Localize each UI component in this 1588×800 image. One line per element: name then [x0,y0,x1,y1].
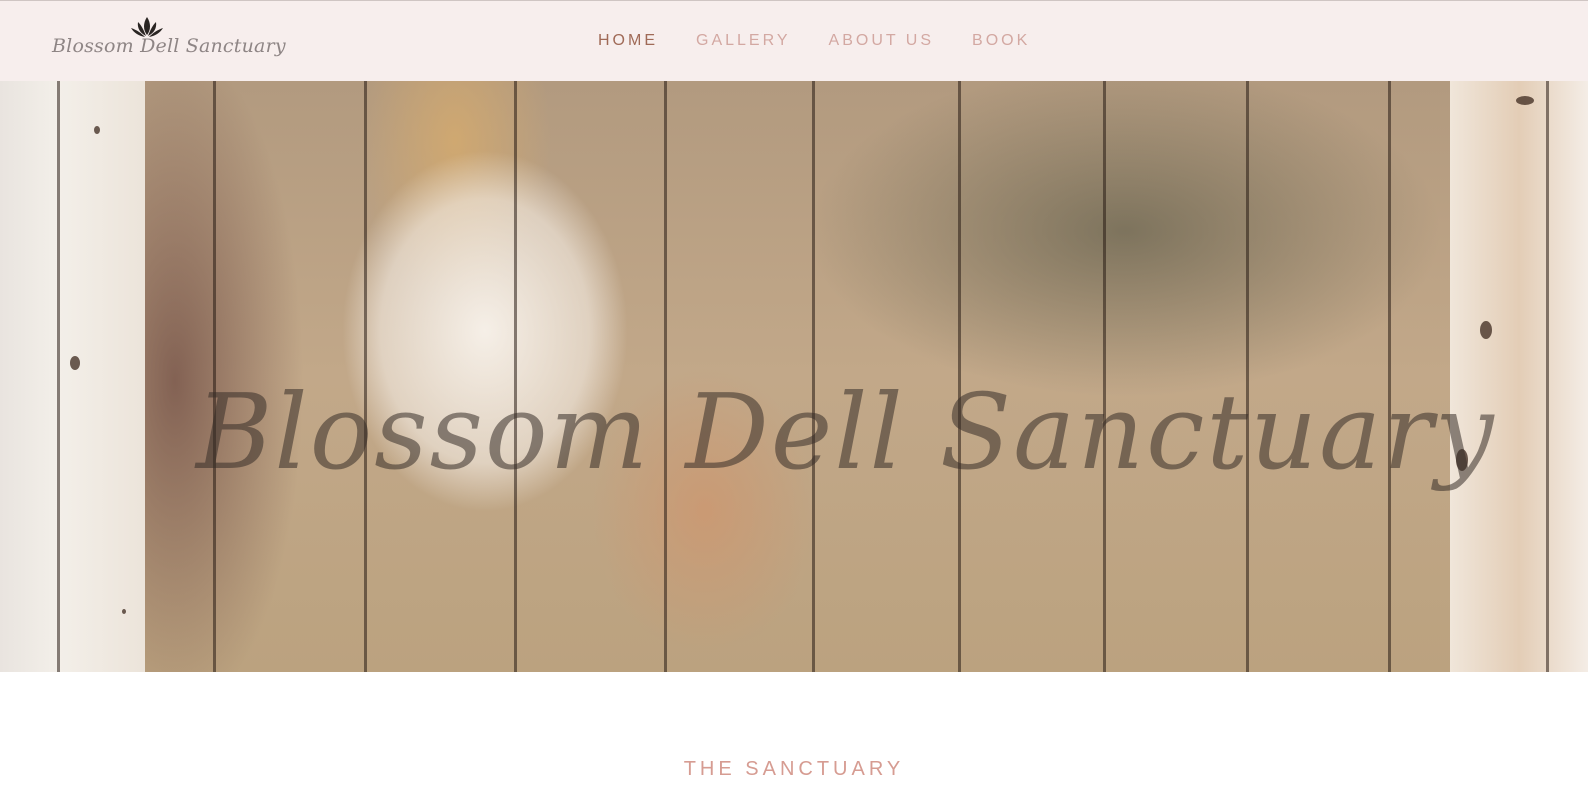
wood-knot [94,126,100,134]
nav-about-us[interactable]: ABOUT US [829,32,935,50]
wood-knot [122,609,126,614]
nav-gallery[interactable]: GALLERY [696,32,791,50]
hero-title: Blossom Dell Sanctuary [196,371,1496,493]
wood-knot [70,356,80,370]
section-title: THE SANCTUARY [683,758,905,780]
hero-banner: Blossom Dell Sanctuary [0,81,1588,672]
wood-knot [1480,321,1492,339]
plank-seam [57,81,60,672]
nav-book[interactable]: BOOK [972,32,1030,50]
site-logo[interactable]: Blossom Dell Sanctuary [52,15,286,67]
wood-panel-left [0,81,145,672]
wood-knot [1516,96,1534,105]
nav-home[interactable]: HOME [598,32,658,50]
site-header: Blossom Dell Sanctuary HOME GALLERY ABOU… [0,0,1588,81]
logo-text: Blossom Dell Sanctuary [52,35,286,57]
main-nav: HOME GALLERY ABOUT US BOOK [598,32,1068,50]
plank-seam [1546,81,1549,672]
